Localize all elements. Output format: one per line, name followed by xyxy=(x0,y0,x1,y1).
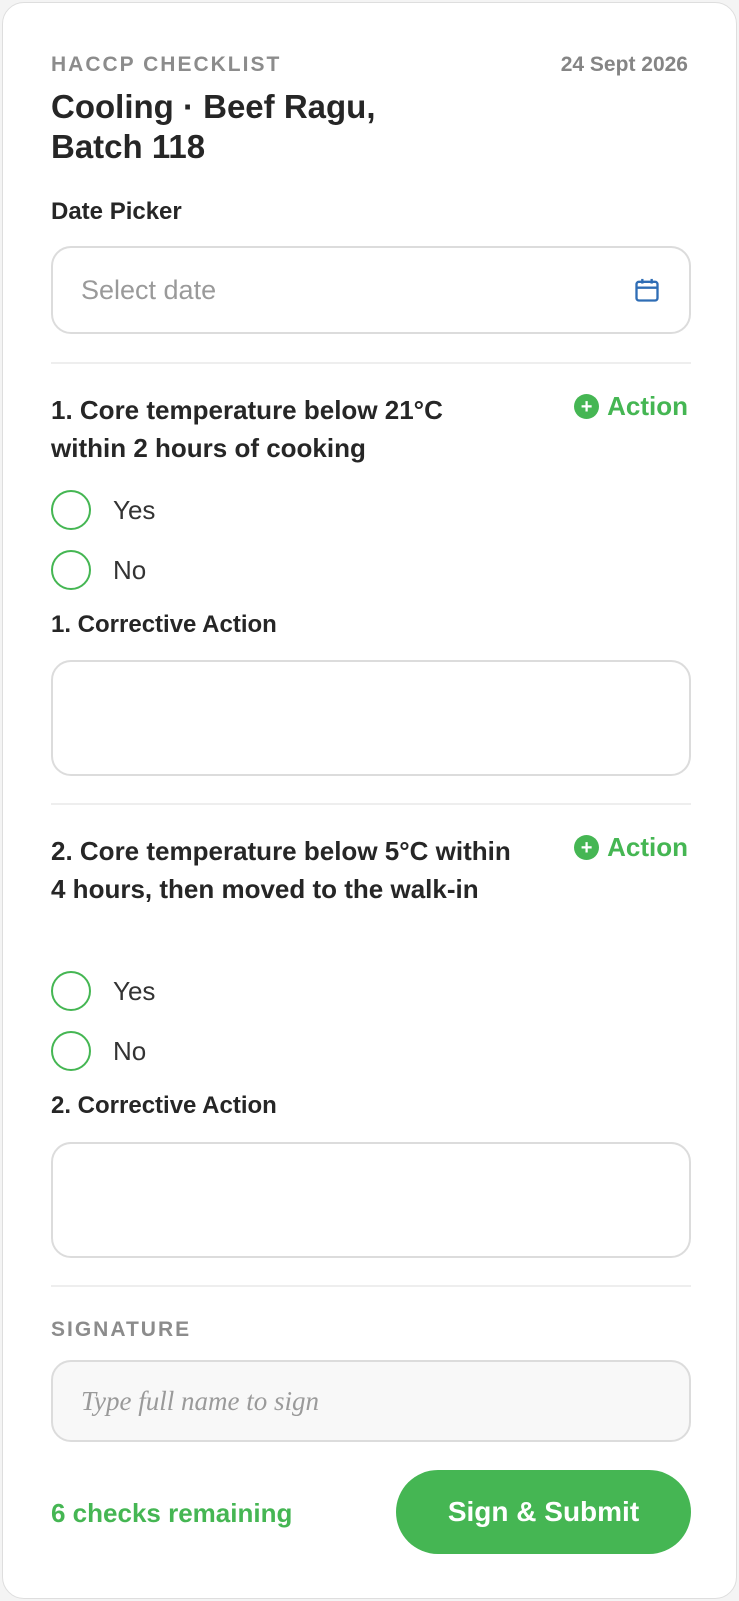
question-2-corrective-input[interactable] xyxy=(51,1142,691,1258)
radio-label: Yes xyxy=(113,494,156,525)
date-picker-placeholder: Select date xyxy=(81,274,217,305)
question-1-option-yes[interactable]: Yes xyxy=(51,490,155,530)
page-title: Cooling · Beef Ragu, Batch 118 xyxy=(51,88,376,165)
plus-circle-icon: + xyxy=(574,835,600,860)
signature-label: SIGNATURE xyxy=(51,1318,192,1341)
question-1-action-button[interactable]: + Action xyxy=(574,391,688,422)
radio-button[interactable] xyxy=(51,550,91,590)
radio-label: No xyxy=(113,1035,147,1066)
plus-circle-icon: + xyxy=(574,394,600,419)
checklist-card: HACCP CHECKLIST 24 Sept 2026 Cooling · B… xyxy=(2,2,737,1599)
calendar-icon xyxy=(635,278,659,302)
date-picker-label: Date Picker xyxy=(51,198,182,225)
question-1-corrective-label: 1. Corrective Action xyxy=(51,611,277,638)
date-picker-field[interactable]: Select date xyxy=(51,246,691,334)
sign-submit-button[interactable]: Sign & Submit xyxy=(396,1470,691,1554)
question-2-text: 2. Core temperature below 5°C within 4 h… xyxy=(51,836,511,904)
question-1-option-no[interactable]: No xyxy=(51,550,146,590)
signature-input[interactable] xyxy=(51,1360,691,1442)
divider xyxy=(51,803,691,805)
radio-button[interactable] xyxy=(51,1031,91,1071)
question-2-action-button[interactable]: + Action xyxy=(574,832,688,863)
divider xyxy=(51,1285,691,1287)
header-date: 24 Sept 2026 xyxy=(560,53,688,76)
question-2-option-yes[interactable]: Yes xyxy=(51,971,155,1011)
radio-button[interactable] xyxy=(51,971,91,1011)
radio-button[interactable] xyxy=(51,490,91,530)
question-1-corrective-input[interactable] xyxy=(51,660,691,776)
checks-remaining: 6 checks remaining xyxy=(51,1498,293,1528)
question-1-text: 1. Core temperature below 21°C within 2 … xyxy=(51,395,443,463)
radio-label: Yes xyxy=(113,975,156,1006)
question-2-corrective-label: 2. Corrective Action xyxy=(51,1092,277,1119)
action-label: Action xyxy=(607,391,688,421)
checklist-eyebrow: HACCP CHECKLIST xyxy=(51,53,282,76)
action-label: Action xyxy=(607,832,688,862)
radio-label: No xyxy=(113,554,147,585)
divider xyxy=(51,362,691,364)
question-2-option-no[interactable]: No xyxy=(51,1031,146,1071)
